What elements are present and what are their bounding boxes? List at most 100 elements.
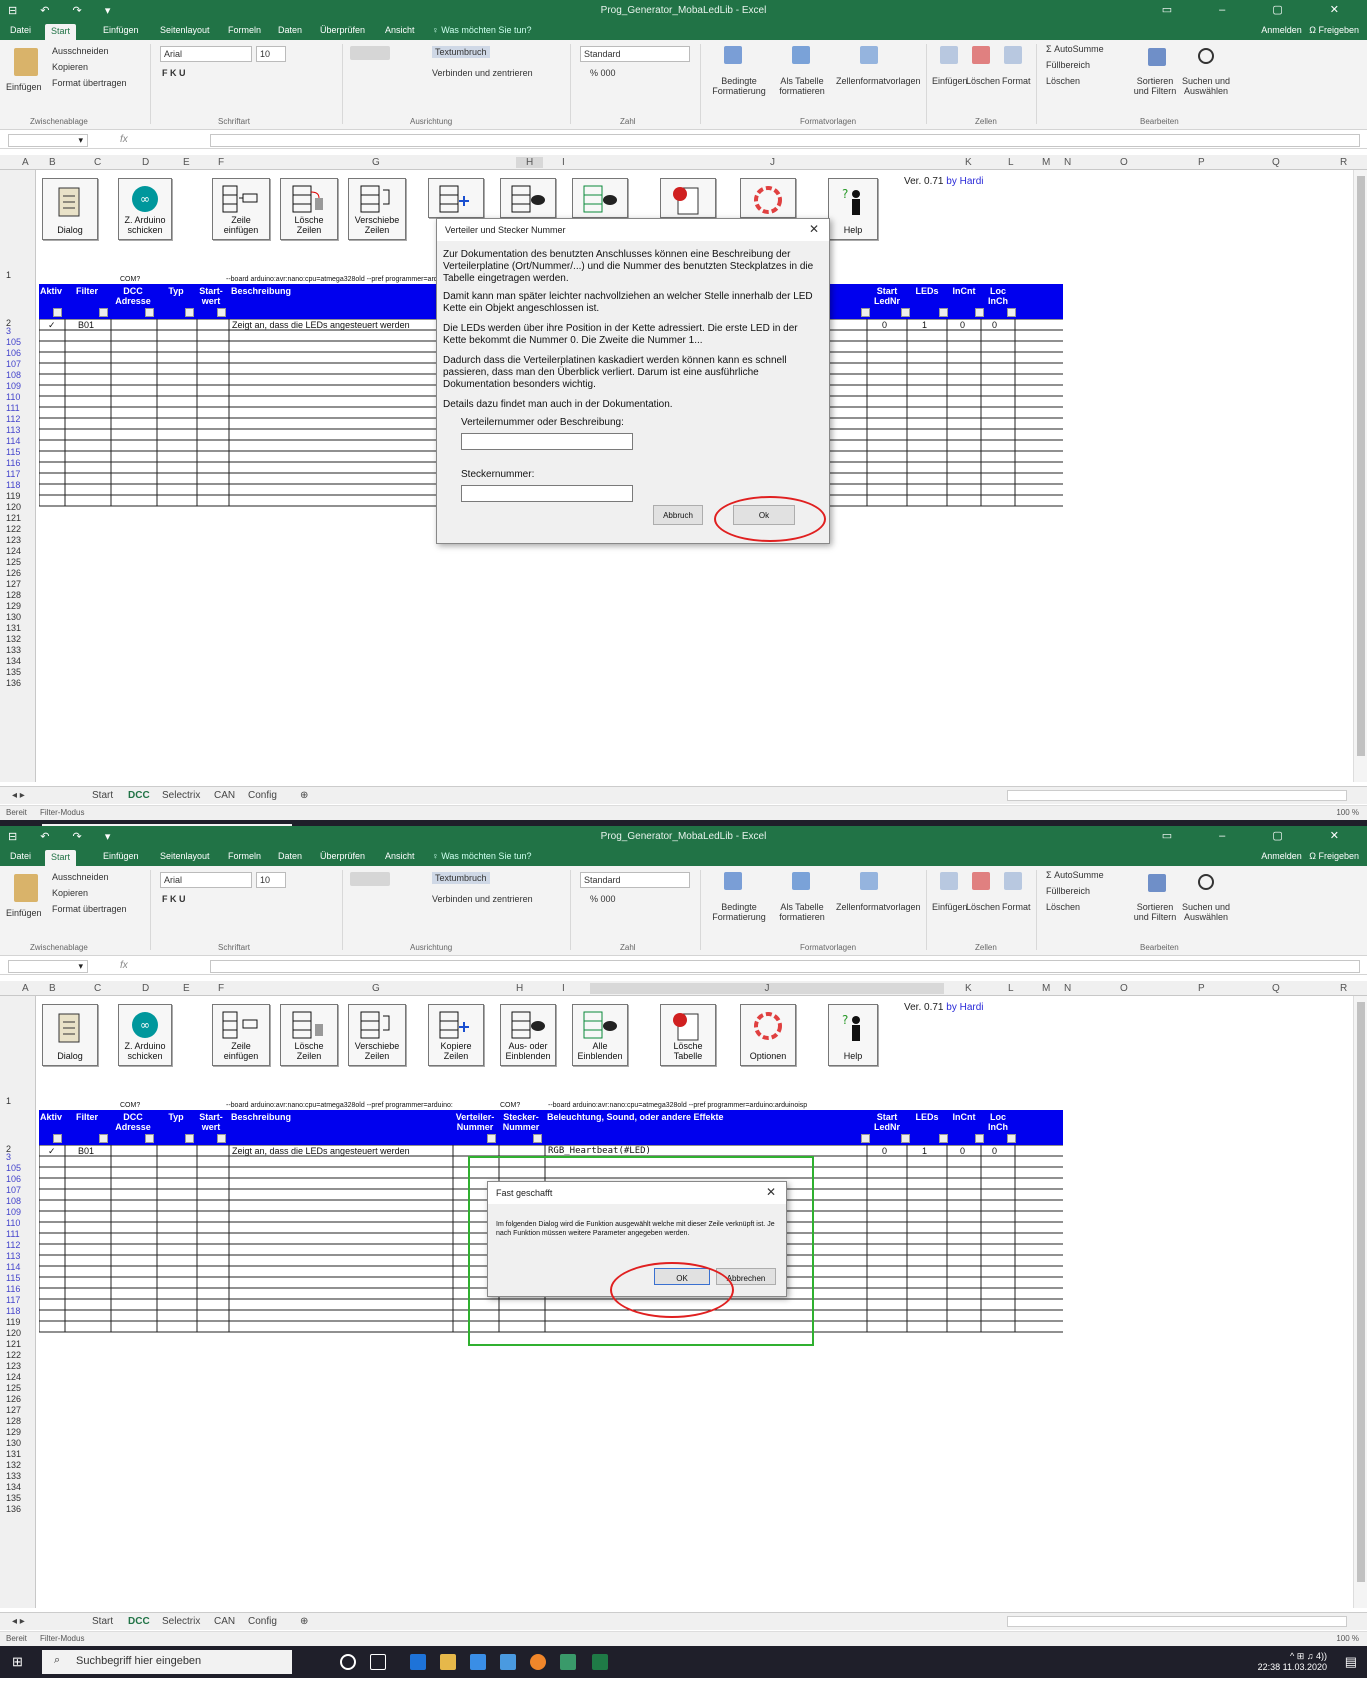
tab-ansicht[interactable]: Ansicht (385, 25, 415, 35)
aktiv-check[interactable]: ✓ (48, 1146, 56, 1157)
row-132[interactable]: 132 (6, 1460, 21, 1470)
tab-seitenlayout[interactable]: Seitenlayout (160, 851, 210, 861)
sort-filter-button[interactable]: Sortieren und Filtern (1130, 902, 1180, 922)
col-q[interactable]: Q (1272, 983, 1280, 994)
col-b[interactable]: B (49, 157, 56, 168)
format-painter-button[interactable]: Format übertragen (52, 78, 127, 88)
scroll-arrows[interactable]: ◂ ▸ (12, 790, 25, 801)
format-cells-button[interactable]: Format (1002, 902, 1031, 912)
copy-button[interactable]: Kopieren (52, 62, 88, 72)
row-118[interactable]: 118 (6, 1306, 20, 1316)
row-131[interactable]: 131 (6, 623, 21, 633)
row-114[interactable]: 114 (6, 436, 20, 446)
tell-me-box[interactable]: ♀ Was möchten Sie tun? (432, 25, 531, 35)
delete-table-button[interactable] (660, 178, 716, 218)
name-box[interactable]: ▾ (8, 134, 88, 147)
row-122[interactable]: 122 (6, 1350, 21, 1360)
add-sheet-icon[interactable]: ⊕ (300, 790, 308, 801)
percent-format[interactable]: % 000 (590, 894, 616, 904)
clear-button[interactable]: Löschen (1046, 902, 1080, 912)
find-icon[interactable] (1198, 874, 1214, 890)
col-f[interactable]: F (218, 983, 224, 994)
col-a[interactable]: A (22, 983, 29, 994)
format-as-table-button[interactable]: Als Tabelle formatieren (772, 902, 832, 922)
move-rows-button[interactable]: Verschiebe Zeilen (348, 178, 406, 240)
col-l[interactable]: L (1008, 983, 1014, 994)
zoom-level[interactable]: 100 % (1336, 1634, 1359, 1643)
tab-datei[interactable]: Datei (10, 851, 31, 861)
startled-cell[interactable]: 0 (882, 1146, 887, 1156)
startled-cell[interactable]: 0 (882, 320, 887, 330)
show-hide-button[interactable] (500, 178, 556, 218)
filter-dropdown[interactable] (939, 1134, 948, 1143)
share-button[interactable]: Ω Freigeben (1309, 851, 1359, 861)
row-115[interactable]: 115 (6, 447, 20, 457)
show-hide-button[interactable]: Aus- oder Einblenden (500, 1004, 556, 1066)
row-1[interactable]: 1 (6, 270, 11, 280)
filter-cell[interactable]: B01 (78, 1146, 94, 1156)
description-cell[interactable]: Zeigt an, dass die LEDs angesteuert werd… (232, 320, 410, 330)
col-b[interactable]: B (49, 983, 56, 994)
row-123[interactable]: 123 (6, 535, 21, 545)
format-painter-button[interactable]: Format übertragen (52, 904, 127, 914)
sort-filter-icon[interactable] (1148, 48, 1166, 66)
description-cell[interactable]: Zeigt an, dass die LEDs angesteuert werd… (232, 1146, 410, 1156)
filter-dropdown[interactable] (975, 308, 984, 317)
col-r[interactable]: R (1340, 157, 1347, 168)
filter-dropdown[interactable] (99, 1134, 108, 1143)
tab-seitenlayout[interactable]: Seitenlayout (160, 25, 210, 35)
font-name-select[interactable]: Arial (160, 46, 252, 62)
row-133[interactable]: 133 (6, 645, 21, 655)
cortana-icon[interactable] (340, 1654, 356, 1670)
insert-cells-icon[interactable] (940, 872, 958, 890)
filter-dropdown[interactable] (99, 308, 108, 317)
insert-cells-icon[interactable] (940, 46, 958, 64)
filter-dropdown[interactable] (185, 1134, 194, 1143)
row-127[interactable]: 127 (6, 579, 21, 589)
copy-button[interactable]: Kopieren (52, 888, 88, 898)
row-118[interactable]: 118 (6, 480, 20, 490)
row-105[interactable]: 105 (6, 337, 21, 347)
row-129[interactable]: 129 (6, 601, 21, 611)
format-cells-icon[interactable] (1004, 872, 1022, 890)
tab-formeln[interactable]: Formeln (228, 851, 261, 861)
delete-cells-button[interactable]: Löschen (966, 76, 1000, 86)
send-arduino-button[interactable]: ∞ Z. Arduino schicken (118, 178, 172, 240)
sheet-tab-can[interactable]: CAN (214, 790, 235, 801)
filter-dropdown[interactable] (1007, 308, 1016, 317)
cut-button[interactable]: Ausschneiden (52, 46, 109, 56)
tab-datei[interactable]: Datei (10, 25, 31, 35)
sheet-tab-selectrix[interactable]: Selectrix (162, 1616, 200, 1627)
align-icon[interactable] (350, 872, 390, 886)
filter-dropdown[interactable] (487, 1134, 496, 1143)
tab-ueberpruefen[interactable]: Überprüfen (320, 851, 365, 861)
col-p[interactable]: P (1198, 157, 1205, 168)
filter-dropdown[interactable] (1007, 1134, 1016, 1143)
filter-dropdown[interactable] (861, 308, 870, 317)
tab-ueberpruefen[interactable]: Überprüfen (320, 25, 365, 35)
conditional-format-icon[interactable] (724, 872, 742, 890)
col-j[interactable]: J (770, 157, 775, 168)
sort-filter-button[interactable]: Sortieren und Filtern (1130, 76, 1180, 96)
fx-icon[interactable]: fx (120, 134, 128, 145)
delete-rows-button[interactable]: Lösche Zeilen (280, 1004, 338, 1066)
cell-styles-icon[interactable] (860, 872, 878, 890)
row-119[interactable]: 119 (6, 491, 20, 501)
merge-center-button[interactable]: Verbinden und zentrieren (432, 894, 533, 904)
dialog-button[interactable]: Dialog (42, 178, 98, 240)
filter-dropdown[interactable] (145, 1134, 154, 1143)
delete-cells-icon[interactable] (972, 872, 990, 890)
col-o[interactable]: O (1120, 983, 1128, 994)
col-k[interactable]: K (965, 157, 972, 168)
row-132[interactable]: 132 (6, 634, 21, 644)
row-121[interactable]: 121 (6, 1339, 21, 1349)
incnt-cell[interactable]: 0 (960, 1146, 965, 1156)
col-d[interactable]: D (142, 157, 149, 168)
delete-rows-button[interactable]: Lösche Zeilen (280, 178, 338, 240)
row-117[interactable]: 117 (6, 1295, 20, 1305)
name-box[interactable]: ▾ (8, 960, 88, 973)
col-e[interactable]: E (183, 983, 190, 994)
col-p[interactable]: P (1198, 983, 1205, 994)
help-button[interactable]: ? Help (828, 1004, 878, 1066)
leds-cell[interactable]: 1 (922, 1146, 927, 1156)
